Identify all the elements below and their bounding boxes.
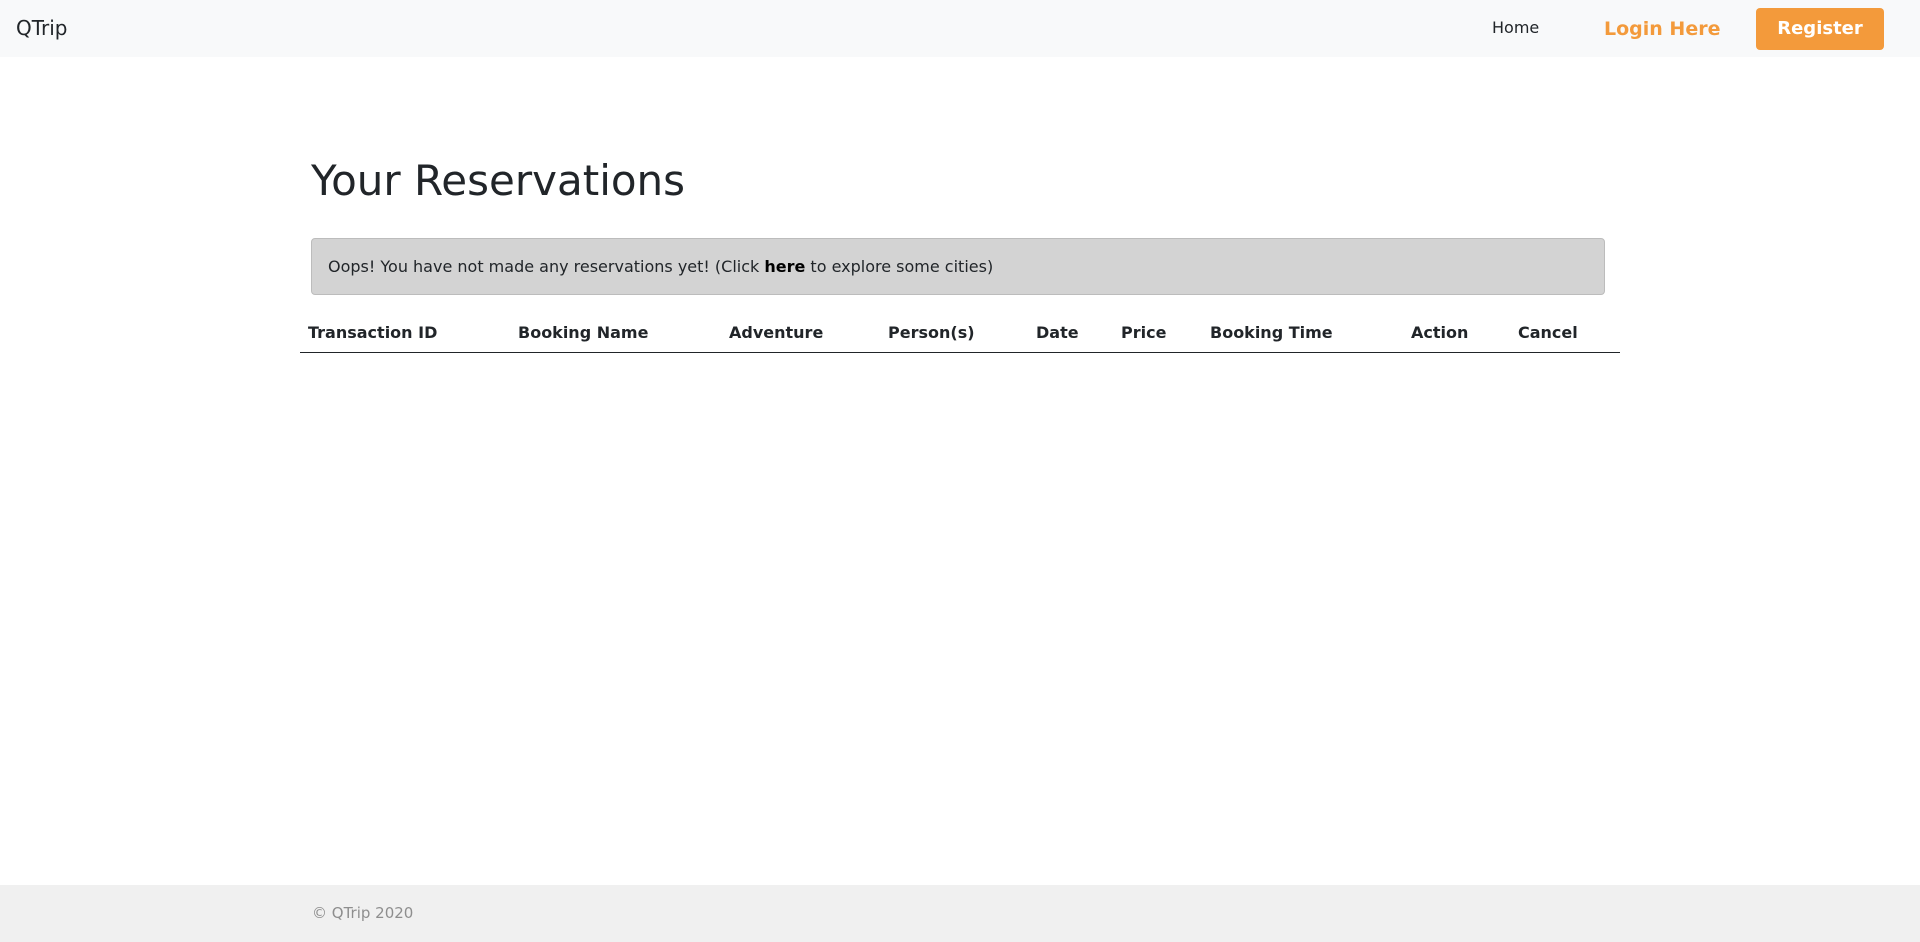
navbar: QTrip Home Login Here Register xyxy=(0,0,1920,57)
login-link[interactable]: Login Here xyxy=(1604,16,1720,42)
nav-home-link[interactable]: Home xyxy=(1492,17,1539,39)
page-title: Your Reservations xyxy=(311,156,686,205)
column-header-date: Date xyxy=(1036,323,1079,342)
column-header-booking-name: Booking Name xyxy=(518,323,649,342)
page: QTrip Home Login Here Register Your Rese… xyxy=(0,0,1920,942)
alert-text-suffix: to explore some cities) xyxy=(805,257,994,276)
column-header-persons: Person(s) xyxy=(888,323,975,342)
column-header-price: Price xyxy=(1121,323,1167,342)
alert-text-prefix: Oops! You have not made any reservations… xyxy=(328,257,765,276)
brand-logo[interactable]: QTrip xyxy=(16,15,68,41)
column-header-booking-time: Booking Time xyxy=(1210,323,1333,342)
column-header-cancel: Cancel xyxy=(1518,323,1578,342)
column-header-action: Action xyxy=(1411,323,1469,342)
footer-copyright: © QTrip 2020 xyxy=(312,904,414,922)
footer: © QTrip 2020 xyxy=(0,885,1920,942)
reservations-table: Transaction ID Booking Name Adventure Pe… xyxy=(300,314,1620,353)
column-header-transaction-id: Transaction ID xyxy=(308,323,438,342)
column-header-adventure: Adventure xyxy=(729,323,824,342)
no-reservations-alert: Oops! You have not made any reservations… xyxy=(311,238,1605,295)
register-button[interactable]: Register xyxy=(1756,8,1884,50)
explore-cities-link[interactable]: here xyxy=(764,257,805,276)
